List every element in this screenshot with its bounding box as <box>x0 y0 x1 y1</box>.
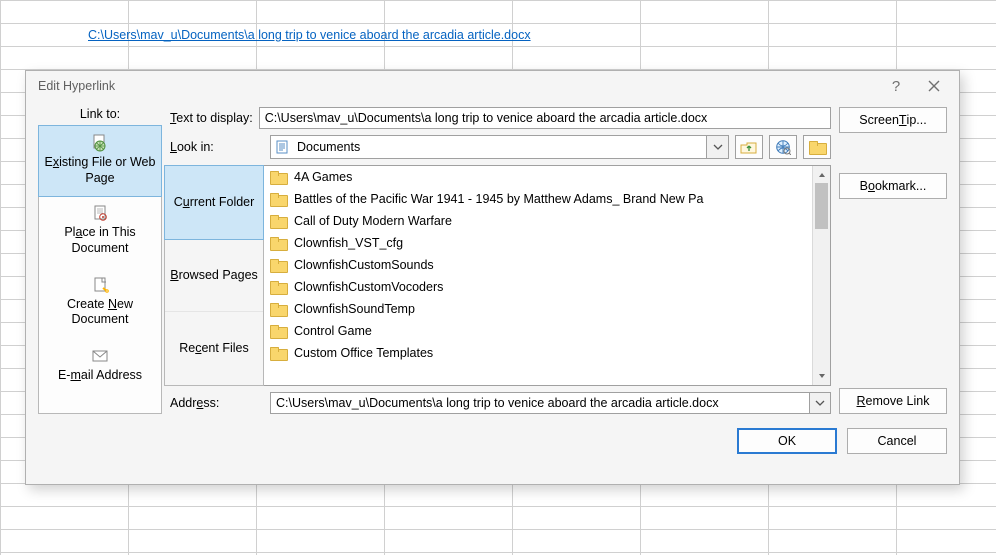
browse-file-button[interactable] <box>803 135 831 159</box>
edit-hyperlink-dialog: Edit Hyperlink ? Link to: Existing File … <box>25 70 960 485</box>
scroll-up-icon[interactable] <box>813 166 830 183</box>
list-item[interactable]: Battles of the Pacific War 1941 - 1945 b… <box>264 188 812 210</box>
cancel-button[interactable]: Cancel <box>847 428 947 454</box>
list-item[interactable]: ClownfishCustomVocoders <box>264 276 812 298</box>
scroll-down-icon[interactable] <box>813 368 830 385</box>
folder-icon <box>270 237 286 249</box>
file-list[interactable]: 4A Games Battles of the Pacific War 1941 … <box>264 165 831 386</box>
linkto-place-in-doc[interactable]: Place in This Document <box>39 196 161 267</box>
browse-nav: Current Folder Browsed Pages Recent File… <box>164 165 264 386</box>
list-item[interactable]: ClownfishSoundTemp <box>264 298 812 320</box>
chevron-down-icon[interactable] <box>706 136 728 158</box>
list-item-label: Battles of the Pacific War 1941 - 1945 b… <box>294 192 703 206</box>
look-in-combo[interactable]: Documents <box>270 135 729 159</box>
screentip-button[interactable]: ScreenTip... <box>839 107 947 133</box>
list-item-label: ClownfishCustomSounds <box>294 258 434 272</box>
look-in-label: Look in: <box>170 140 264 154</box>
address-input[interactable] <box>270 392 809 414</box>
folder-icon <box>270 259 286 271</box>
folder-icon <box>270 215 286 227</box>
ok-button[interactable]: OK <box>737 428 837 454</box>
dialog-title: Edit Hyperlink <box>38 79 877 93</box>
link-to-panel: Existing File or Web Page Place in This … <box>38 125 162 414</box>
list-item-label: ClownfishSoundTemp <box>294 302 415 316</box>
folder-icon <box>270 303 286 315</box>
linkto-place-label: Place in This Document <box>43 225 157 256</box>
list-item[interactable]: 4A Games <box>264 166 812 188</box>
list-item[interactable]: Custom Office Templates <box>264 342 812 364</box>
folder-icon <box>270 325 286 337</box>
help-button[interactable]: ? <box>877 72 915 100</box>
look-in-value: Documents <box>295 136 706 158</box>
linkto-create-new[interactable]: Create New Document <box>39 268 161 339</box>
list-item[interactable]: ClownfishCustomSounds <box>264 254 812 276</box>
list-item[interactable]: Control Game <box>264 320 812 342</box>
list-item-label: Call of Duty Modern Warfare <box>294 214 452 228</box>
folder-icon <box>270 193 286 205</box>
text-to-display-input[interactable] <box>259 107 831 129</box>
list-item[interactable]: Clownfish_VST_cfg <box>264 232 812 254</box>
linkto-existing-file[interactable]: Existing File or Web Page <box>38 125 162 197</box>
list-item-label: 4A Games <box>294 170 352 184</box>
bookmark-button[interactable]: Bookmark... <box>839 173 947 199</box>
remove-link-button[interactable]: Remove Link <box>839 388 947 414</box>
titlebar: Edit Hyperlink ? <box>26 71 959 101</box>
tab-current-folder[interactable]: Current Folder <box>164 165 264 240</box>
list-item-label: Clownfish_VST_cfg <box>294 236 403 250</box>
list-item-label: Custom Office Templates <box>294 346 433 360</box>
folder-open-icon <box>809 141 825 153</box>
folder-icon <box>270 347 286 359</box>
list-item-label: ClownfishCustomVocoders <box>294 280 443 294</box>
address-label: Address: <box>170 396 264 410</box>
document-target-icon <box>43 204 157 222</box>
email-icon <box>43 347 157 365</box>
linkto-email[interactable]: E-mail Address <box>39 339 161 413</box>
folder-icon <box>270 281 286 293</box>
linkto-new-label: Create New Document <box>43 297 157 328</box>
tab-recent-files[interactable]: Recent Files <box>165 312 263 385</box>
linkto-email-label: E-mail Address <box>43 368 157 384</box>
browse-web-button[interactable] <box>769 135 797 159</box>
close-button[interactable] <box>915 72 953 100</box>
folder-icon <box>270 171 286 183</box>
scrollbar-thumb[interactable] <box>815 183 828 229</box>
link-to-label: Link to: <box>38 107 162 121</box>
linkto-existing-label: Existing File or Web Page <box>43 155 157 186</box>
address-dropdown[interactable] <box>809 392 831 414</box>
list-item[interactable]: Call of Duty Modern Warfare <box>264 210 812 232</box>
scrollbar-vertical[interactable] <box>812 166 830 385</box>
up-one-level-button[interactable] <box>735 135 763 159</box>
list-item-label: Control Game <box>294 324 372 338</box>
text-to-display-label: Text to display: <box>170 111 253 125</box>
new-document-icon <box>43 276 157 294</box>
globe-page-icon <box>43 134 157 152</box>
tab-browsed-pages[interactable]: Browsed Pages <box>165 239 263 313</box>
documents-folder-icon <box>271 136 295 158</box>
cell-hyperlink[interactable]: C:\Users\mav_u\Documents\a long trip to … <box>88 28 531 42</box>
